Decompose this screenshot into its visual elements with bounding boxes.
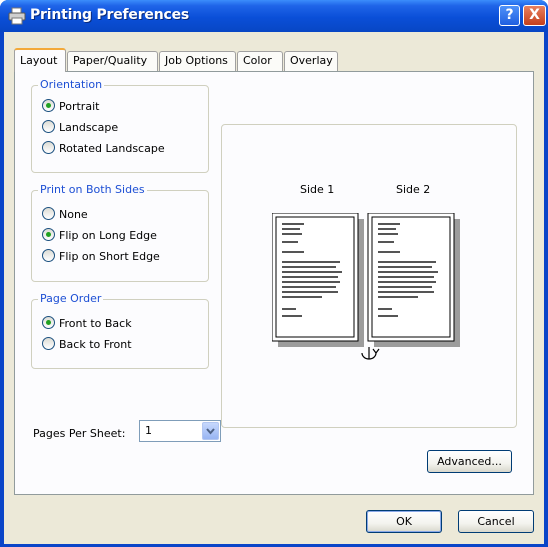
radio-selected-icon [42, 228, 55, 241]
dialog-window: Printing Preferences ? X Layout Paper/Qu… [0, 0, 548, 547]
cancel-button[interactable]: Cancel [458, 510, 534, 533]
duplex-group: Print on Both Sides None Flip on Long Ed… [31, 183, 209, 282]
page-order-group-label: Page Order [38, 292, 104, 305]
radio-selected-icon [42, 316, 55, 329]
dialog-client: Layout Paper/Quality Job Options Color O… [4, 32, 544, 544]
radio-icon [42, 120, 55, 133]
title-bar[interactable]: Printing Preferences ? X [0, 0, 548, 32]
radio-icon [42, 249, 55, 262]
portrait-radio[interactable]: Portrait [42, 99, 99, 115]
flip-short-edge-label: Flip on Short Edge [59, 250, 160, 263]
duplex-pages-illustration [272, 213, 460, 360]
ok-button[interactable]: OK [366, 510, 442, 533]
none-radio[interactable]: None [42, 207, 88, 223]
pages-per-sheet-label: Pages Per Sheet: [33, 427, 126, 440]
rotated-landscape-radio[interactable]: Rotated Landscape [42, 141, 165, 157]
landscape-label: Landscape [59, 121, 119, 134]
rotated-landscape-label: Rotated Landscape [59, 142, 165, 155]
back-to-front-radio[interactable]: Back to Front [42, 337, 132, 353]
front-to-back-radio[interactable]: Front to Back [42, 316, 132, 332]
close-button[interactable]: X [523, 5, 546, 26]
front-to-back-label: Front to Back [59, 317, 132, 330]
landscape-radio[interactable]: Landscape [42, 120, 118, 136]
radio-selected-icon [42, 99, 55, 112]
advanced-button[interactable]: Advanced... [427, 450, 512, 473]
flip-long-edge-label: Flip on Long Edge [59, 229, 157, 242]
flip-icon [361, 347, 380, 360]
tab-paper-quality[interactable]: Paper/Quality [67, 51, 158, 71]
page-order-group: Page Order Front to Back Back to Front [31, 292, 209, 369]
portrait-label: Portrait [59, 100, 100, 113]
none-label: None [59, 208, 88, 221]
duplex-preview: Side 1 Side 2 [221, 124, 517, 428]
dropdown-arrow-icon[interactable] [202, 422, 219, 440]
side1-label: Side 1 [300, 183, 335, 196]
back-to-front-label: Back to Front [59, 338, 132, 351]
pages-per-sheet-value: 1 [145, 424, 152, 437]
duplex-group-label: Print on Both Sides [38, 183, 147, 196]
pages-per-sheet-select[interactable]: 1 [139, 420, 221, 442]
flip-short-edge-radio[interactable]: Flip on Short Edge [42, 249, 160, 265]
tab-job-options[interactable]: Job Options [159, 51, 236, 71]
tab-overlay[interactable]: Overlay [284, 51, 338, 71]
tab-layout[interactable]: Layout [14, 48, 66, 72]
tab-color[interactable]: Color [237, 51, 283, 71]
radio-icon [42, 141, 55, 154]
orientation-group-label: Orientation [38, 78, 105, 91]
flip-long-edge-radio[interactable]: Flip on Long Edge [42, 228, 157, 244]
window-title: Printing Preferences [30, 7, 190, 23]
side2-label: Side 2 [396, 183, 431, 196]
printer-icon [8, 7, 26, 25]
help-button[interactable]: ? [499, 5, 520, 26]
radio-icon [42, 207, 55, 220]
orientation-group: Orientation Portrait Landscape Rotated L… [31, 78, 209, 173]
radio-icon [42, 337, 55, 350]
layout-panel: Orientation Portrait Landscape Rotated L… [14, 71, 534, 495]
